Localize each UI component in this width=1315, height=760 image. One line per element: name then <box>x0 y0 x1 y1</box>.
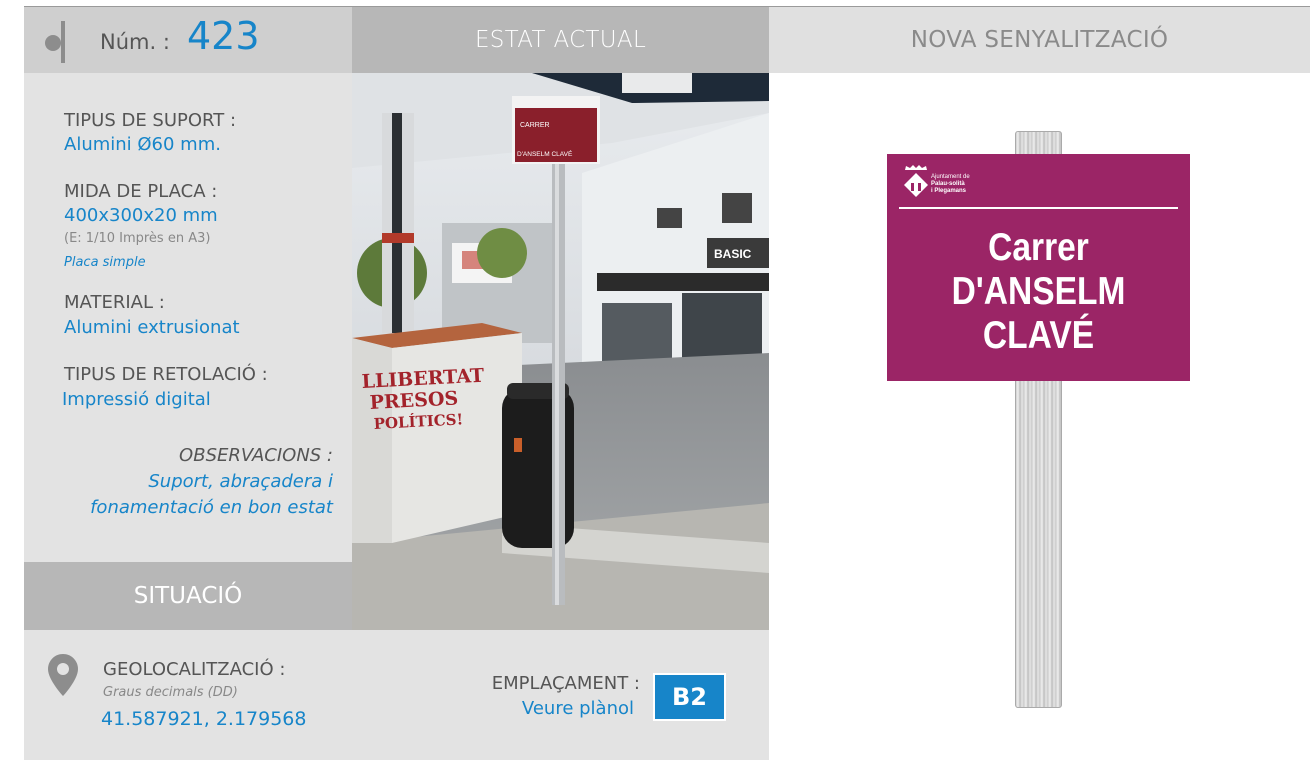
material-value: Alumini extrusionat <box>64 317 240 338</box>
plate-street-name: Carrer D'ANSELM CLAVÉ <box>908 226 1169 358</box>
geo-coordinates: 41.587921, 2.179568 <box>101 708 307 730</box>
retolacio-value: Impressió digital <box>62 389 211 410</box>
observacions-line2: fonamentació en bon estat <box>90 497 333 518</box>
nova-senyalitzacio-title: NOVA SENYALITZACIÓ <box>910 27 1169 53</box>
nova-senyalitzacio-header: NOVA SENYALITZACIÓ <box>769 7 1310 73</box>
suport-label: TIPUS DE SUPORT : <box>64 110 237 131</box>
plate-line3: CLAVÉ <box>982 314 1095 357</box>
bullet-bar-icon <box>61 21 65 63</box>
mida-scale: (E: 1/10 Imprès en A3) <box>64 231 211 246</box>
number-value: 423 <box>187 14 260 58</box>
graffiti-line2: PRESOS <box>369 387 459 414</box>
municipality-name: Ajuntament de Palau-solità i Plegamans <box>931 174 970 195</box>
plate-line2: D'ANSELM <box>951 270 1126 313</box>
bullet-icon <box>45 35 61 51</box>
store-sign-text: BASIC <box>714 247 752 261</box>
plate-line1: Carrer <box>988 226 1089 269</box>
material-label: MATERIAL : <box>64 292 165 313</box>
geo-label: GEOLOCALITZACIÓ : <box>103 659 286 680</box>
location-pin-icon <box>48 654 78 696</box>
mida-label: MIDA DE PLACA : <box>64 181 218 202</box>
situacio-title: SITUACIÓ <box>133 583 243 609</box>
observacions-label: OBSERVACIONS : <box>179 445 333 466</box>
photo-sign-line2: D'ANSELM CLAVÉ <box>517 149 573 158</box>
coat-of-arms-icon <box>904 165 928 197</box>
estat-actual-header: ESTAT ACTUAL <box>352 7 769 73</box>
mida-type: Placa simple <box>64 255 146 270</box>
org-line2: Palau-solità <box>931 181 965 187</box>
org-line1: Ajuntament de <box>931 174 970 180</box>
plan-link[interactable]: Veure plànol <box>522 698 634 719</box>
plate-divider <box>899 207 1178 209</box>
observacions-line1: Suport, abraçadera i <box>148 471 333 492</box>
location-code-badge: B2 <box>653 673 726 721</box>
geo-format: Graus decimals (DD) <box>103 685 238 700</box>
suport-value: Alumini Ø60 mm. <box>64 134 221 155</box>
street-sign-plate: Ajuntament de Palau-solità i Plegamans C… <box>887 154 1190 381</box>
org-line3: i Plegamans <box>931 188 967 194</box>
situacio-header: SITUACIÓ <box>24 562 352 630</box>
number-label: Núm. : <box>100 30 170 54</box>
current-state-photo: BASIC LLIBERTAT PRESOS POLÍTICS! CARRER … <box>352 73 769 630</box>
retolacio-label: TIPUS DE RETOLACIÓ : <box>64 364 268 385</box>
emplacament-label: EMPLAÇAMENT : <box>491 673 640 694</box>
estat-actual-title: ESTAT ACTUAL <box>474 27 647 53</box>
mida-value: 400x300x20 mm <box>64 205 218 226</box>
photo-sign-line1: CARRER <box>520 122 550 129</box>
photo-illustration: BASIC LLIBERTAT PRESOS POLÍTICS! CARRER … <box>352 73 769 630</box>
